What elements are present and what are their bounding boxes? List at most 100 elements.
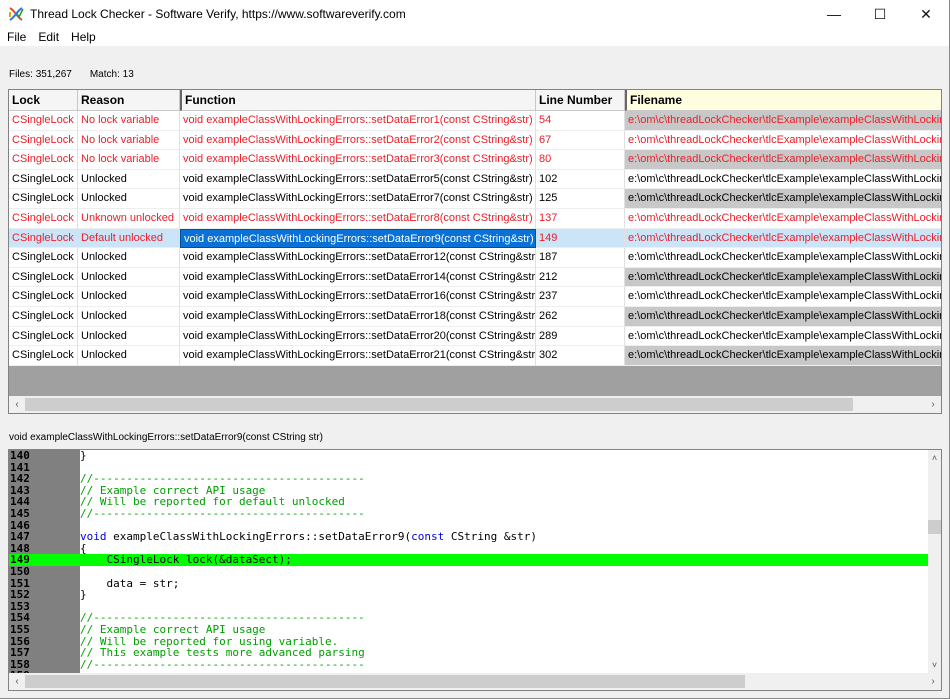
- cell-line-number[interactable]: 187: [536, 248, 625, 268]
- table-row[interactable]: CSingleLock Unlocked void exampleClassWith…: [9, 267, 941, 288]
- table-row-selected[interactable]: CSingleLock Default unlocked void exampleC…: [9, 228, 941, 249]
- table-row[interactable]: CSingleLock No lock variable void exampleC…: [9, 130, 941, 151]
- cell-reason[interactable]: No lock variable: [78, 111, 180, 131]
- cell-function[interactable]: void exampleClassWithLockingErrors::setD…: [180, 346, 536, 366]
- cell-line-number[interactable]: 237: [536, 287, 625, 307]
- cell-filename[interactable]: e:\om\c\threadLockChecker\tlcExample\exa…: [625, 228, 941, 249]
- cell-lock[interactable]: CSingleLock: [9, 130, 78, 151]
- cell-reason[interactable]: Unknown unlocked: [78, 208, 180, 229]
- cell-function[interactable]: void exampleClassWithLockingErrors::setD…: [180, 208, 536, 229]
- cell-reason[interactable]: Unlocked: [78, 287, 180, 307]
- column-header-line-number[interactable]: Line Number: [536, 90, 625, 111]
- cell-reason[interactable]: Unlocked: [78, 306, 180, 327]
- cell-function[interactable]: void exampleClassWithLockingErrors::setD…: [180, 306, 536, 327]
- table-row[interactable]: CSingleLock Unlocked void exampleClassWith…: [9, 326, 941, 347]
- cell-function[interactable]: void exampleClassWithLockingErrors::setD…: [180, 189, 536, 209]
- cell-filename[interactable]: e:\om\c\threadLockChecker\tlcExample\exa…: [625, 306, 941, 327]
- menu-file[interactable]: File: [0, 30, 31, 44]
- cell-line-number[interactable]: 212: [536, 267, 625, 288]
- menu-edit[interactable]: Edit: [31, 30, 64, 44]
- cell-function[interactable]: void exampleClassWithLockingErrors::setD…: [180, 228, 536, 249]
- cell-filename[interactable]: e:\om\c\threadLockChecker\tlcExample\exa…: [625, 346, 941, 366]
- column-header-lock[interactable]: Lock: [9, 90, 78, 111]
- cell-filename[interactable]: e:\om\c\threadLockChecker\tlcExample\exa…: [625, 189, 941, 209]
- table-row[interactable]: CSingleLock Unlocked void exampleClassWith…: [9, 169, 941, 190]
- cell-line-number[interactable]: 125: [536, 189, 625, 209]
- cell-line-number[interactable]: 302: [536, 346, 625, 366]
- source-vertical-scrollbar[interactable]: ˄ ˅: [928, 450, 941, 673]
- cell-function[interactable]: void exampleClassWithLockingErrors::setD…: [180, 326, 536, 347]
- table-row[interactable]: CSingleLock No lock variable void exampleC…: [9, 150, 941, 170]
- cell-filename[interactable]: e:\om\c\threadLockChecker\tlcExample\exa…: [625, 111, 941, 131]
- cell-filename[interactable]: e:\om\c\threadLockChecker\tlcExample\exa…: [625, 287, 941, 307]
- scroll-left-icon[interactable]: ‹: [9, 399, 25, 410]
- cell-line-number[interactable]: 67: [536, 130, 625, 151]
- scroll-down-icon[interactable]: ˅: [928, 660, 941, 670]
- cell-filename[interactable]: e:\om\c\threadLockChecker\tlcExample\exa…: [625, 208, 941, 229]
- table-row[interactable]: CSingleLock Unlocked void exampleClassWith…: [9, 189, 941, 209]
- cell-lock[interactable]: CSingleLock: [9, 346, 78, 366]
- cell-line-number[interactable]: 149: [536, 228, 625, 249]
- maximize-button[interactable]: ☐: [857, 0, 903, 28]
- table-row[interactable]: CSingleLock Unlocked void exampleClassWith…: [9, 346, 941, 366]
- table-row[interactable]: CSingleLock Unlocked void exampleClassWith…: [9, 248, 941, 268]
- cell-filename[interactable]: e:\om\c\threadLockChecker\tlcExample\exa…: [625, 150, 941, 170]
- scroll-up-icon[interactable]: ˄: [928, 453, 941, 463]
- cell-lock[interactable]: CSingleLock: [9, 111, 78, 131]
- close-button[interactable]: ✕: [903, 0, 949, 28]
- cell-filename[interactable]: e:\om\c\threadLockChecker\tlcExample\exa…: [625, 169, 941, 190]
- cell-reason[interactable]: No lock variable: [78, 150, 180, 170]
- cell-function[interactable]: void exampleClassWithLockingErrors::setD…: [180, 150, 536, 170]
- cell-function[interactable]: void exampleClassWithLockingErrors::setD…: [180, 169, 536, 190]
- cell-lock[interactable]: CSingleLock: [9, 169, 78, 190]
- cell-lock[interactable]: CSingleLock: [9, 228, 78, 249]
- cell-reason[interactable]: Unlocked: [78, 248, 180, 268]
- cell-line-number[interactable]: 102: [536, 169, 625, 190]
- cell-function[interactable]: void exampleClassWithLockingErrors::setD…: [180, 130, 536, 151]
- cell-lock[interactable]: CSingleLock: [9, 267, 78, 288]
- cell-filename[interactable]: e:\om\c\threadLockChecker\tlcExample\exa…: [625, 248, 941, 268]
- cell-line-number[interactable]: 137: [536, 208, 625, 229]
- menu-help[interactable]: Help: [64, 30, 101, 44]
- cell-lock[interactable]: CSingleLock: [9, 150, 78, 170]
- cell-reason[interactable]: Unlocked: [78, 169, 180, 190]
- cell-lock[interactable]: CSingleLock: [9, 287, 78, 307]
- table-row[interactable]: CSingleLock Unlocked void exampleClassWith…: [9, 306, 941, 327]
- minimize-button[interactable]: —: [811, 0, 857, 28]
- column-header-reason[interactable]: Reason: [78, 90, 180, 111]
- cell-filename[interactable]: e:\om\c\threadLockChecker\tlcExample\exa…: [625, 326, 941, 347]
- cell-line-number[interactable]: 80: [536, 150, 625, 170]
- cell-lock[interactable]: CSingleLock: [9, 306, 78, 327]
- cell-reason[interactable]: Unlocked: [78, 346, 180, 366]
- column-header-filename[interactable]: Filename: [625, 90, 941, 111]
- cell-lock[interactable]: CSingleLock: [9, 208, 78, 229]
- cell-lock[interactable]: CSingleLock: [9, 326, 78, 347]
- cell-reason[interactable]: Unlocked: [78, 189, 180, 209]
- cell-lock[interactable]: CSingleLock: [9, 189, 78, 209]
- cell-line-number[interactable]: 262: [536, 306, 625, 327]
- scroll-right-icon[interactable]: ›: [925, 676, 941, 687]
- cell-function[interactable]: void exampleClassWithLockingErrors::setD…: [180, 248, 536, 268]
- scroll-thumb[interactable]: [25, 398, 853, 411]
- scroll-thumb[interactable]: [928, 519, 941, 534]
- scroll-thumb[interactable]: [25, 675, 745, 688]
- cell-function[interactable]: void exampleClassWithLockingErrors::setD…: [180, 267, 536, 288]
- cell-reason[interactable]: Unlocked: [78, 326, 180, 347]
- cell-lock[interactable]: CSingleLock: [9, 248, 78, 268]
- scroll-right-icon[interactable]: ›: [925, 399, 941, 410]
- table-row[interactable]: CSingleLock Unknown unlocked void exampleC…: [9, 208, 941, 229]
- scroll-track[interactable]: [25, 398, 925, 411]
- source-horizontal-scrollbar[interactable]: ‹ ›: [9, 673, 941, 690]
- scroll-left-icon[interactable]: ‹: [9, 676, 25, 687]
- results-horizontal-scrollbar[interactable]: ‹ ›: [9, 396, 941, 413]
- cell-filename[interactable]: e:\om\c\threadLockChecker\tlcExample\exa…: [625, 130, 941, 151]
- cell-line-number[interactable]: 54: [536, 111, 625, 131]
- cell-function[interactable]: void exampleClassWithLockingErrors::setD…: [180, 111, 536, 131]
- cell-reason[interactable]: Unlocked: [78, 267, 180, 288]
- cell-function[interactable]: void exampleClassWithLockingErrors::setD…: [180, 287, 536, 307]
- cell-reason[interactable]: No lock variable: [78, 130, 180, 151]
- cell-line-number[interactable]: 289: [536, 326, 625, 347]
- table-row[interactable]: CSingleLock No lock variable void exampleC…: [9, 111, 941, 131]
- column-header-function[interactable]: Function: [180, 90, 536, 111]
- cell-reason[interactable]: Default unlocked: [78, 228, 180, 249]
